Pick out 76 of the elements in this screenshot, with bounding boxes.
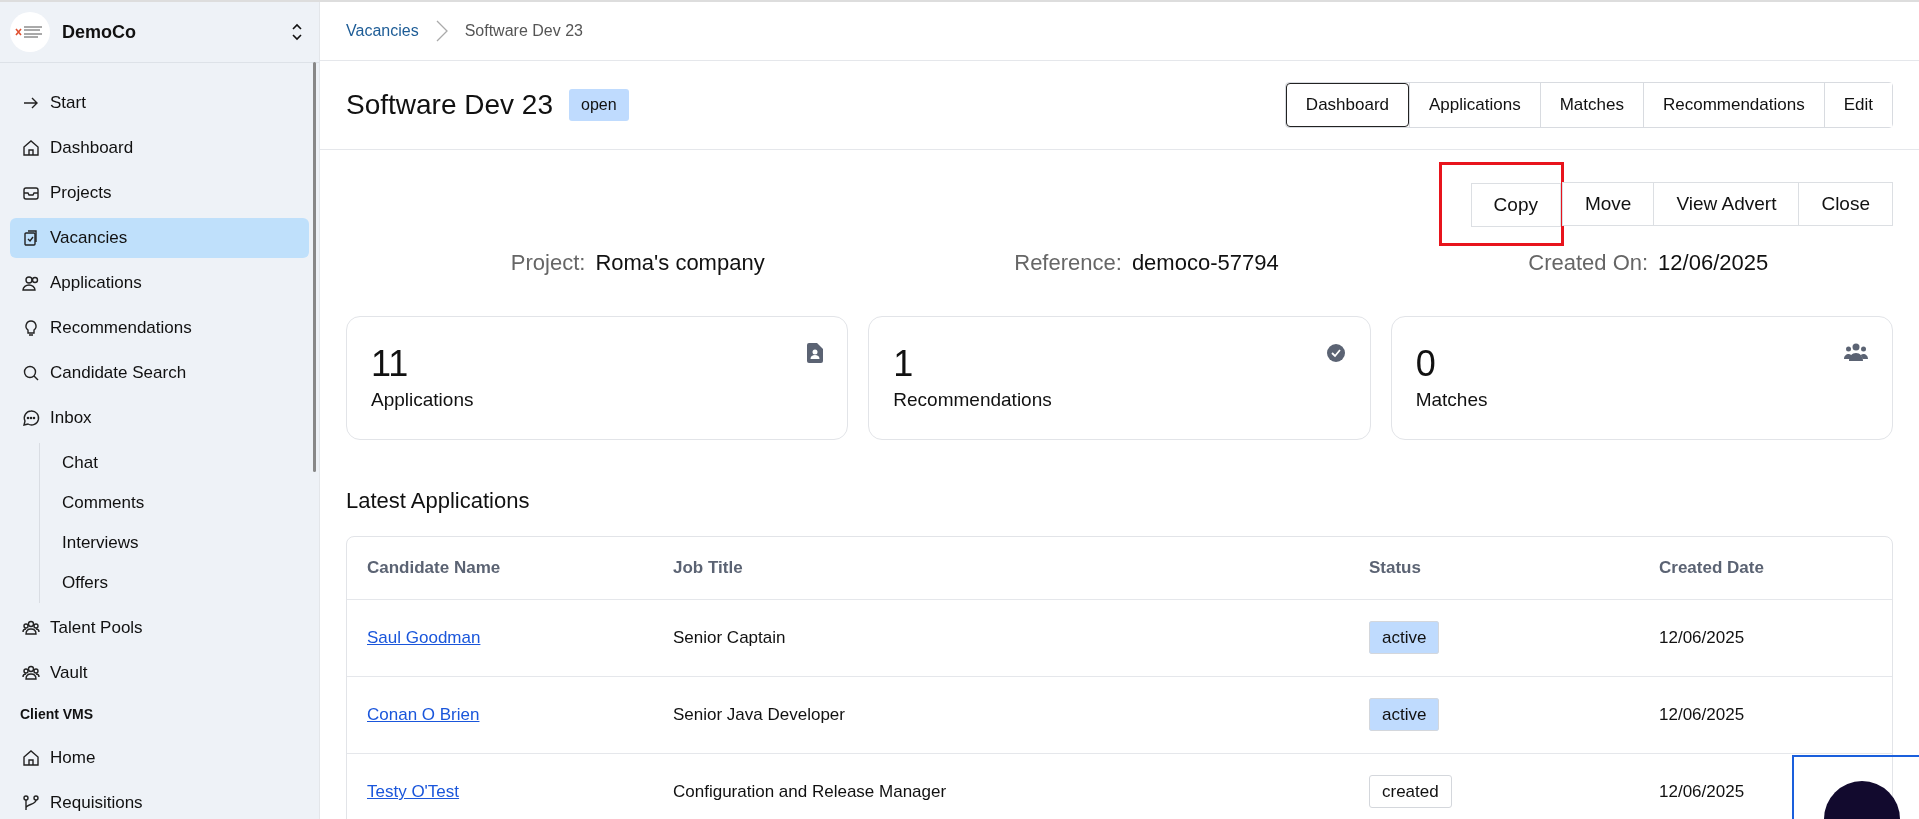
- meta-label: Reference:: [1014, 250, 1122, 275]
- tab[interactable]: Edit: [1823, 83, 1892, 127]
- group-icon: [22, 619, 40, 637]
- status-tag: active: [1369, 698, 1440, 731]
- chevron-up-down-icon: [291, 23, 303, 41]
- nav-item[interactable]: Dashboard: [10, 128, 309, 168]
- action-button[interactable]: Close: [1798, 182, 1893, 226]
- nav-subitem[interactable]: Comments: [40, 483, 309, 523]
- chat-icon: [22, 409, 40, 427]
- nav-item[interactable]: Home: [10, 738, 309, 778]
- table-cell-text: Configuration and Release Manager: [673, 782, 948, 802]
- action-button[interactable]: Copy: [1470, 183, 1561, 227]
- nav-item[interactable]: Vault: [10, 653, 309, 693]
- breadcrumb-link[interactable]: Vacancies: [346, 22, 419, 40]
- nav-item[interactable]: Requisitions: [10, 783, 309, 819]
- home-icon: [22, 749, 40, 767]
- meta-label: Project:: [510, 250, 586, 275]
- scrollbar-thumb[interactable]: [313, 62, 316, 472]
- badge-check-icon: [1325, 343, 1346, 363]
- table-cell-text: 12/06/2025: [1659, 705, 1746, 725]
- page-title: Software Dev 23: [346, 89, 553, 121]
- meta-value: Roma's company: [595, 250, 765, 275]
- breadcrumb-current: Software Dev 23: [464, 22, 583, 40]
- clip-icon: [22, 229, 40, 247]
- candidate-link[interactable]: Saul Goodman: [367, 628, 481, 647]
- nav-item[interactable]: Recommendations: [10, 308, 309, 348]
- action-button[interactable]: Move: [1561, 182, 1655, 226]
- branch-icon: [22, 794, 40, 812]
- candidate-link[interactable]: Conan O Brien: [367, 705, 480, 724]
- org-logo-drawing: [10, 12, 50, 52]
- stat-value: 1: [893, 343, 915, 385]
- inbox-icon: [22, 184, 40, 202]
- nav-item[interactable]: Start: [10, 83, 309, 123]
- nav-subitem[interactable]: Offers: [40, 563, 309, 603]
- stat-label: Recommendations: [893, 389, 1052, 411]
- nav-item[interactable]: Applications: [10, 263, 309, 303]
- action-button[interactable]: View Advert: [1653, 182, 1800, 226]
- column-header: Created Date: [1659, 558, 1765, 578]
- stat-value: 0: [1415, 343, 1437, 385]
- org-switcher[interactable]: DemoCo: [0, 2, 319, 63]
- table-cell-text: Senior Java Developer: [673, 705, 846, 725]
- users-icon: [1844, 343, 1868, 361]
- stat-label: Matches: [1415, 389, 1488, 411]
- table-cell-text: 12/06/2025: [1659, 782, 1746, 802]
- tab[interactable]: Dashboard: [1285, 83, 1410, 127]
- status-badge: open: [569, 89, 629, 121]
- table-cell-text: Senior Captain: [673, 628, 787, 648]
- status-tag: active: [1369, 621, 1440, 654]
- nav-item[interactable]: Projects: [10, 173, 309, 213]
- meta-label: Created On:: [1528, 250, 1649, 275]
- search-icon: [22, 364, 40, 382]
- column-header: Job Title: [673, 558, 744, 578]
- meta-value: 12/06/2025: [1658, 250, 1769, 275]
- home-icon: [22, 139, 40, 157]
- table-cell-text: 12/06/2025: [1659, 628, 1746, 648]
- column-header: Candidate Name: [367, 558, 502, 578]
- nav-subitem[interactable]: Chat: [40, 443, 309, 483]
- candidate-link[interactable]: Testy O'Test: [367, 782, 460, 801]
- chevron-right-icon: [434, 19, 449, 43]
- status-tag: created: [1369, 775, 1452, 808]
- column-header: Status: [1369, 558, 1422, 578]
- bulb-icon: [22, 319, 40, 337]
- stat-label: Applications: [371, 389, 474, 411]
- nav-item[interactable]: Candidate Search: [10, 353, 309, 393]
- nav-item[interactable]: Vacancies: [10, 218, 309, 258]
- nav-item[interactable]: Inbox: [10, 398, 309, 438]
- nav-subitem[interactable]: Interviews: [40, 523, 309, 563]
- group-icon: [22, 664, 40, 682]
- section-title: Client VMS: [19, 705, 95, 724]
- contact-card-icon: [807, 343, 824, 363]
- section-heading: Latest Applications: [346, 488, 531, 514]
- meta-value: democo-57794: [1131, 250, 1279, 275]
- users-icon: [22, 274, 40, 292]
- nav-item[interactable]: Talent Pools: [10, 608, 309, 648]
- stat-value: 11: [371, 343, 410, 385]
- org-name: DemoCo: [62, 21, 137, 43]
